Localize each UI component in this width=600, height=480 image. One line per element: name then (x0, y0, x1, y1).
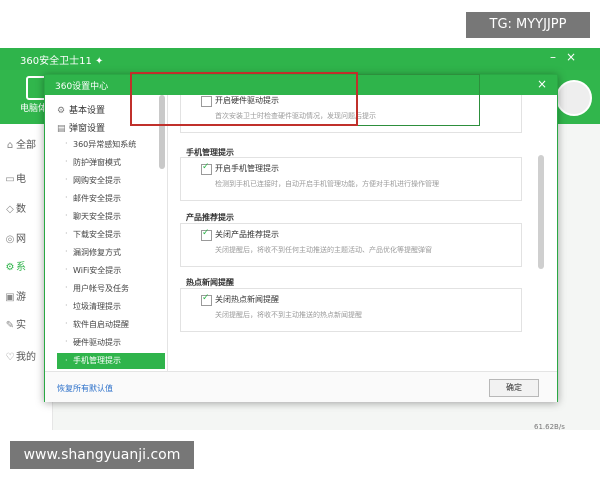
sidebar-item-mine[interactable]: ♡ 我的 (4, 348, 36, 363)
nav-group-popup[interactable]: ▤ 弹窗设置 (57, 121, 105, 134)
section-title-product: 产品推荐提示 (186, 213, 234, 222)
content-scrollbar[interactable] (538, 155, 544, 269)
avatar[interactable] (556, 80, 592, 116)
dialog-title: 360设置中心 (55, 82, 109, 92)
nav-item-popup-mode[interactable]: 防护弹窗模式 (65, 157, 121, 168)
settings-nav: ⚙基本设置 ▤弹窗设置 360异常感知系统 防护弹窗模式 网购安全提示 邮件安全… (45, 95, 168, 371)
watermark-bottom: www.shangyuanji.com (10, 441, 194, 469)
product-recommend-label: 关闭产品推荐提示 (215, 230, 279, 239)
phone-management-label: 开启手机管理提示 (215, 164, 279, 173)
sidebar-item-system[interactable]: ⚙ 系 (4, 258, 26, 273)
restore-defaults-link[interactable]: 恢复所有默认值 (57, 383, 113, 394)
nav-item-wifi[interactable]: WiFi安全提示 (65, 265, 121, 276)
globe-icon: ◎ (5, 234, 15, 245)
sidebar-item-tools[interactable]: ✎ 实 (4, 316, 26, 331)
nav-item-shopping[interactable]: 网购安全提示 (65, 175, 121, 186)
hot-news-desc: 关闭提醒后，将收不到主动推送的热点新闻提醒 (215, 311, 362, 319)
product-recommend-checkbox[interactable] (201, 228, 212, 241)
section-hot-news: 关闭热点新闻提醒 关闭提醒后，将收不到主动推送的热点新闻提醒 (180, 288, 522, 332)
heart-icon: ♡ (5, 352, 15, 363)
tools-icon: ✎ (5, 320, 15, 331)
sidebar-item-computer[interactable]: ▭电 (4, 170, 26, 185)
settings-content: 开启硬件驱动提示 首次安装卫士时检查硬件驱动情况，发现问题后提示 手机管理提示 … (168, 95, 557, 371)
sidebar-item-game[interactable]: ▣游 (4, 288, 26, 303)
nav-item-account-tasks[interactable]: 用户帐号及任务 (65, 283, 129, 294)
nav-item-software-autostart[interactable]: 软件自启动提醒 (65, 319, 129, 330)
sidebar-item-network[interactable]: ◎ 网 (4, 230, 26, 245)
phone-management-desc: 检测到手机已连接时，自动开启手机管理功能，方便对手机进行操作管理 (215, 180, 439, 188)
home-icon: ⌂ (6, 140, 14, 151)
highlight-box-red (130, 72, 358, 126)
hot-news-label: 关闭热点新闻提醒 (215, 295, 279, 304)
watermark-top: TG: MYYJJPP (466, 12, 590, 38)
section-title-news: 热点新闻提醒 (186, 278, 234, 287)
nav-item-chat[interactable]: 聊天安全提示 (65, 211, 121, 222)
window-icon: ▤ (57, 124, 66, 134)
header-tab-label[interactable]: 电脑体 (20, 101, 47, 114)
nav-group-basic[interactable]: ⚙ 基本设置 (57, 103, 105, 116)
gear-icon: ⚙ (57, 106, 66, 116)
nav-item-vuln-fix[interactable]: 漏洞修复方式 (65, 247, 121, 258)
hot-news-checkbox[interactable] (201, 293, 212, 306)
dialog-footer: 恢复所有默认值 确定 (45, 371, 557, 402)
nav-item-mail[interactable]: 邮件安全提示 (65, 193, 121, 204)
minimize-icon[interactable]: – (550, 50, 566, 64)
section-product-recommend: 关闭产品推荐提示 关闭提醒后，将收不到任何主动推送的主题活动、产品优化等提醒弹窗 (180, 223, 522, 267)
close-icon[interactable]: × (537, 77, 547, 91)
sidebar-item-data[interactable]: ◇ 数 (4, 200, 26, 215)
highlight-box-green (358, 74, 480, 126)
close-icon[interactable]: × (566, 50, 586, 64)
ok-button[interactable]: 确定 (489, 379, 539, 397)
phone-management-checkbox[interactable] (201, 162, 212, 175)
background-app-title: 360安全卫士11 ✦ (20, 56, 104, 67)
window-controls[interactable]: –× (550, 50, 586, 64)
nav-item-junk-clean[interactable]: 垃圾清理提示 (65, 301, 121, 312)
monitor-icon: ▭ (5, 174, 15, 185)
shield-icon: ◇ (6, 204, 14, 215)
nav-item-download[interactable]: 下载安全提示 (65, 229, 121, 240)
product-recommend-desc: 关闭提醒后，将收不到任何主动推送的主题活动、产品优化等提醒弹窗 (215, 246, 432, 254)
gear-icon: ⚙ (5, 262, 15, 273)
gamepad-icon: ▣ (5, 292, 15, 303)
nav-item-anomaly-system[interactable]: 360异常感知系统 (65, 139, 136, 150)
nav-item-phone-management[interactable]: 手机管理提示 (57, 353, 165, 369)
sidebar-item-all[interactable]: ⌂ 全部 (4, 136, 36, 151)
nav-item-hardware-driver[interactable]: 硬件驱动提示 (65, 337, 121, 348)
section-phone-management: 开启手机管理提示 检测到手机已连接时，自动开启手机管理功能，方便对手机进行操作管… (180, 157, 522, 201)
network-speed-status: 61.62B/s (534, 423, 565, 431)
